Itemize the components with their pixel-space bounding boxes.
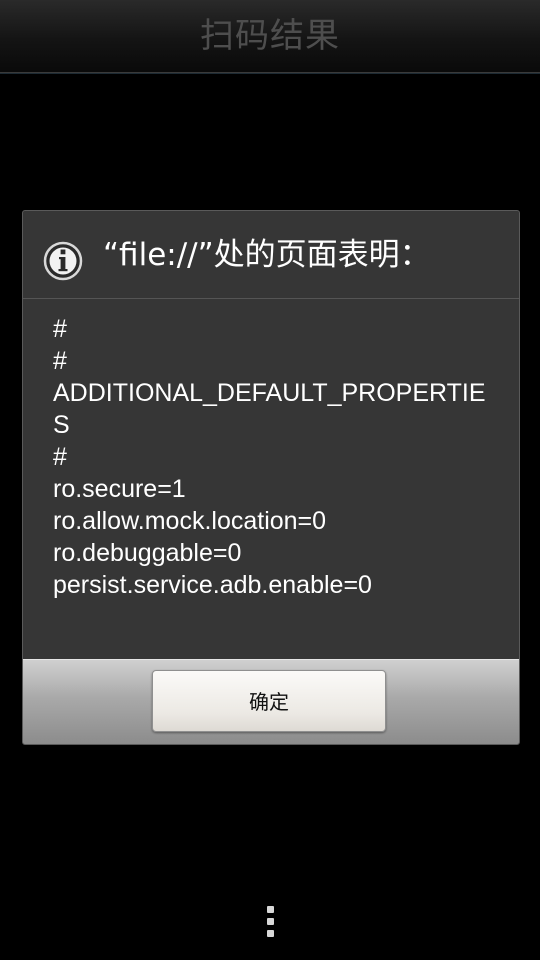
menu-dot xyxy=(266,930,274,937)
overflow-menu-icon[interactable] xyxy=(264,906,276,946)
message-line: ro.allow.mock.location=0 xyxy=(53,507,327,535)
message-line: persist.service.adb.enable=0 xyxy=(53,571,372,599)
screen: 扫码结果 “file://”处的页面表明： # # ADDITIONAL_DEF… xyxy=(0,0,540,960)
menu-dot xyxy=(266,906,274,913)
alert-dialog: “file://”处的页面表明： # # ADDITIONAL_DEFAULT_… xyxy=(22,210,520,745)
message-line: # xyxy=(53,315,67,343)
info-icon xyxy=(43,241,83,281)
title-bar: 扫码结果 xyxy=(0,0,540,73)
message-line: ADDITIONAL_DEFAULT_PROPERTIE xyxy=(53,379,486,407)
message-line: ro.secure=1 xyxy=(53,475,186,503)
dialog-title: “file://”处的页面表明： xyxy=(103,237,431,273)
message-line: S xyxy=(53,411,70,439)
dialog-message: # # ADDITIONAL_DEFAULT_PROPERTIE S # ro.… xyxy=(53,313,493,601)
dialog-button-bar: 确定 xyxy=(23,659,519,744)
message-line: # xyxy=(53,443,67,471)
menu-dot xyxy=(266,918,274,925)
message-line: ro.debuggable=0 xyxy=(53,539,242,567)
dialog-header: “file://”处的页面表明： xyxy=(23,211,519,299)
page-title: 扫码结果 xyxy=(200,16,340,56)
ok-button[interactable]: 确定 xyxy=(152,670,386,732)
message-line: # xyxy=(53,347,67,375)
